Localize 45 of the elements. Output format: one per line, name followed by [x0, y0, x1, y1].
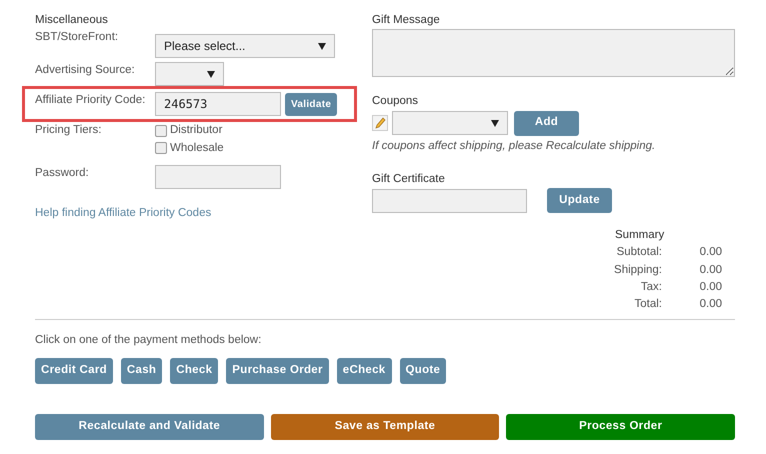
summary-label: Tax: — [640, 280, 662, 295]
gift-certificate-field[interactable] — [372, 188, 527, 212]
update-button[interactable]: Update — [547, 188, 612, 213]
payment-method-button[interactable]: eCheck — [336, 358, 392, 384]
checkbox-label: Distributor — [170, 123, 222, 138]
gift-message-field[interactable] — [372, 29, 735, 78]
field-label: SBT/StoreFront: — [35, 30, 120, 46]
summary-value: 0.00 — [698, 297, 722, 312]
payment-method-button[interactable]: Check — [170, 358, 218, 384]
section-heading: Coupons — [372, 94, 420, 110]
summary-label: Total: — [634, 297, 662, 312]
summary-label: Shipping: — [613, 262, 662, 278]
summary-label: Subtotal: — [616, 245, 662, 260]
summary-value: 0.00 — [698, 262, 722, 278]
action-button[interactable]: Process Order — [506, 414, 736, 440]
payment-method-button[interactable]: Cash — [120, 358, 162, 384]
add-button[interactable]: Add — [514, 110, 579, 136]
coupon-note: If coupons affect shipping, please Recalculate shipping. — [372, 138, 656, 154]
summary-value: 0.00 — [698, 245, 722, 260]
section-heading: Miscellaneous — [35, 13, 109, 28]
summary-heading: Summary — [615, 228, 666, 243]
affiliate-code-field[interactable]: 246573 — [155, 92, 281, 116]
password-field[interactable] — [155, 164, 281, 189]
storefront-select[interactable]: Please select... — [155, 34, 335, 58]
payment-method-button[interactable]: Purchase Order — [226, 358, 329, 384]
field-label: Affiliate Priority Code: — [35, 93, 146, 108]
payment-prompt: Click on one of the payment methods below: — [35, 333, 262, 348]
coupon-select[interactable] — [392, 111, 508, 135]
help-link[interactable]: Help finding Affiliate Priority Codes — [35, 206, 212, 219]
payment-method-button[interactable]: Credit Card — [35, 358, 113, 384]
checkbox-label: Wholesale — [170, 140, 224, 156]
checkbox[interactable] — [155, 142, 167, 154]
action-button[interactable]: Recalculate and Validate — [35, 414, 264, 440]
payment-method-button[interactable]: Quote — [400, 358, 446, 384]
checkbox[interactable] — [155, 124, 167, 137]
summary-value: 0.00 — [698, 280, 722, 295]
validate-button[interactable]: Validate — [285, 93, 338, 116]
field-label: Password: — [35, 166, 90, 181]
section-heading: Gift Message — [372, 13, 441, 28]
pencil-icon[interactable] — [372, 115, 388, 131]
section-heading: Gift Certificate — [372, 172, 446, 187]
field-label: Pricing Tiers: — [35, 123, 102, 138]
field-label: Advertising Source: — [35, 63, 136, 78]
advertising-select[interactable] — [155, 62, 224, 86]
action-button[interactable]: Save as Template — [270, 414, 500, 440]
